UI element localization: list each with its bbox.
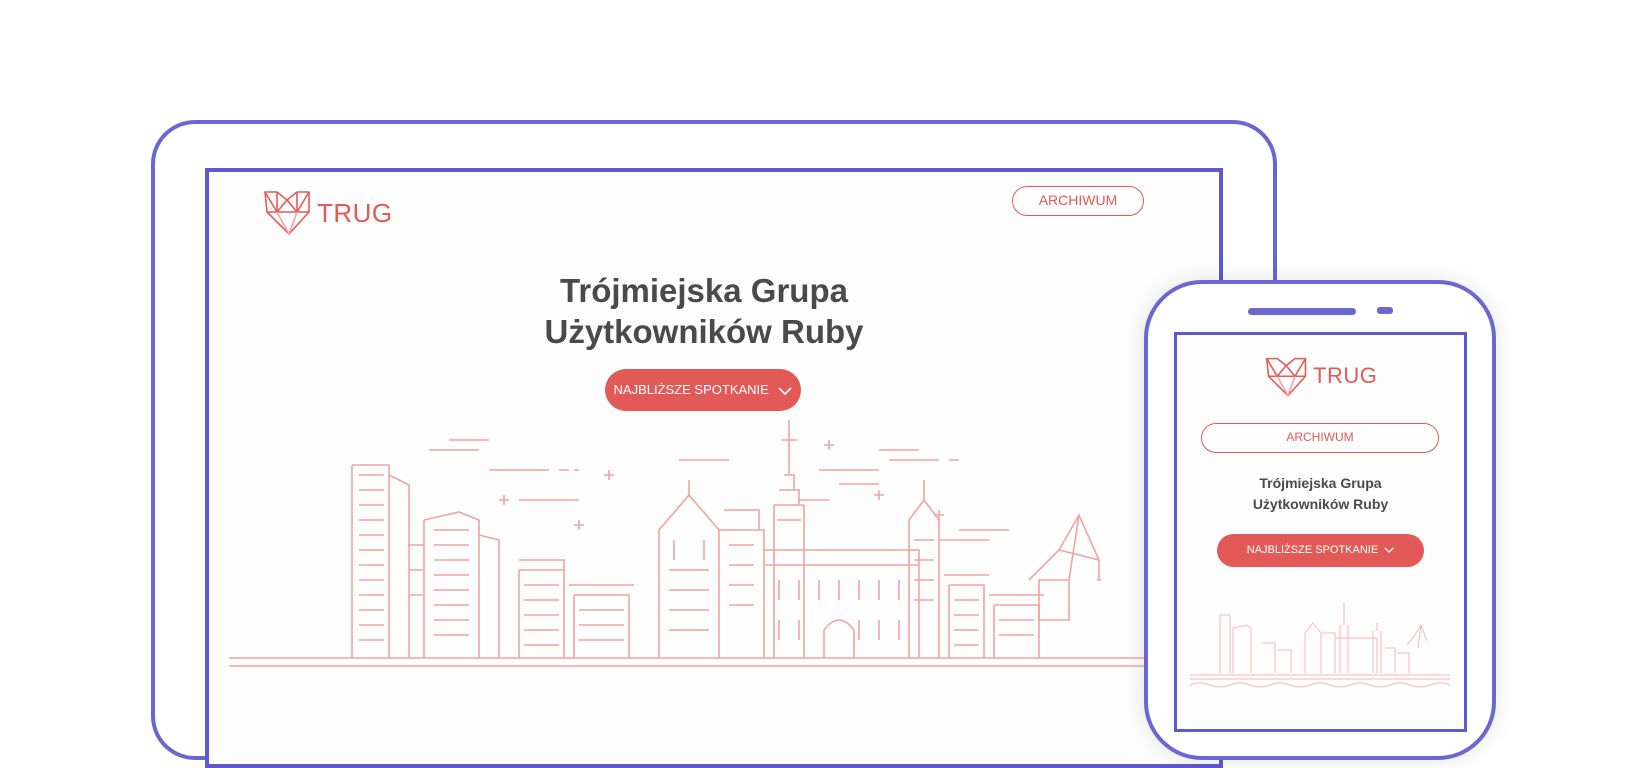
phone-camera: [1377, 307, 1393, 314]
mobile-archive-button[interactable]: ARCHIWUM: [1201, 423, 1439, 453]
page-title: Trójmiejska Grupa Użytkowników Ruby: [409, 270, 999, 352]
mobile-city-skyline-illustration: [1189, 603, 1451, 688]
next-meeting-label: NAJBLIŻSZE SPOTKANIE: [613, 382, 769, 397]
tablet-screen: TRUG ARCHIWUM Trójmiejska Grupa Użytkown…: [205, 168, 1223, 768]
mobile-logo-text: TRUG: [1313, 363, 1378, 388]
heart-bridge-icon: [264, 191, 310, 236]
chevron-down-icon: [778, 386, 793, 395]
mobile-next-meeting-label: NAJBLIŻSZE SPOTKANIE: [1246, 544, 1379, 556]
title-line-1: Trójmiejska Grupa: [560, 272, 848, 309]
title-line-2: Użytkowników Ruby: [544, 313, 864, 350]
archive-button[interactable]: ARCHIWUM: [1012, 186, 1144, 216]
logo[interactable]: TRUG: [263, 188, 403, 238]
mobile-title-line-2: Użytkowników Ruby: [1252, 496, 1389, 512]
mobile-title-line-1: Trójmiejska Grupa: [1259, 475, 1382, 491]
next-meeting-button[interactable]: NAJBLIŻSZE SPOTKANIE: [605, 369, 801, 411]
phone-screen: TRUG ARCHIWUM Trójmiejska Grupa Użytkown…: [1174, 332, 1467, 732]
mobile-page-title: Trójmiejska Grupa Użytkowników Ruby: [1177, 473, 1464, 515]
heart-bridge-icon: [1265, 357, 1307, 398]
city-skyline-illustration: [229, 420, 1209, 667]
logo-text: TRUG: [317, 198, 393, 228]
phone-speaker: [1248, 308, 1356, 315]
mobile-next-meeting-button[interactable]: NAJBLIŻSZE SPOTKANIE: [1217, 534, 1424, 567]
mobile-logo[interactable]: TRUG: [1265, 355, 1385, 401]
chevron-down-icon: [1384, 547, 1394, 554]
